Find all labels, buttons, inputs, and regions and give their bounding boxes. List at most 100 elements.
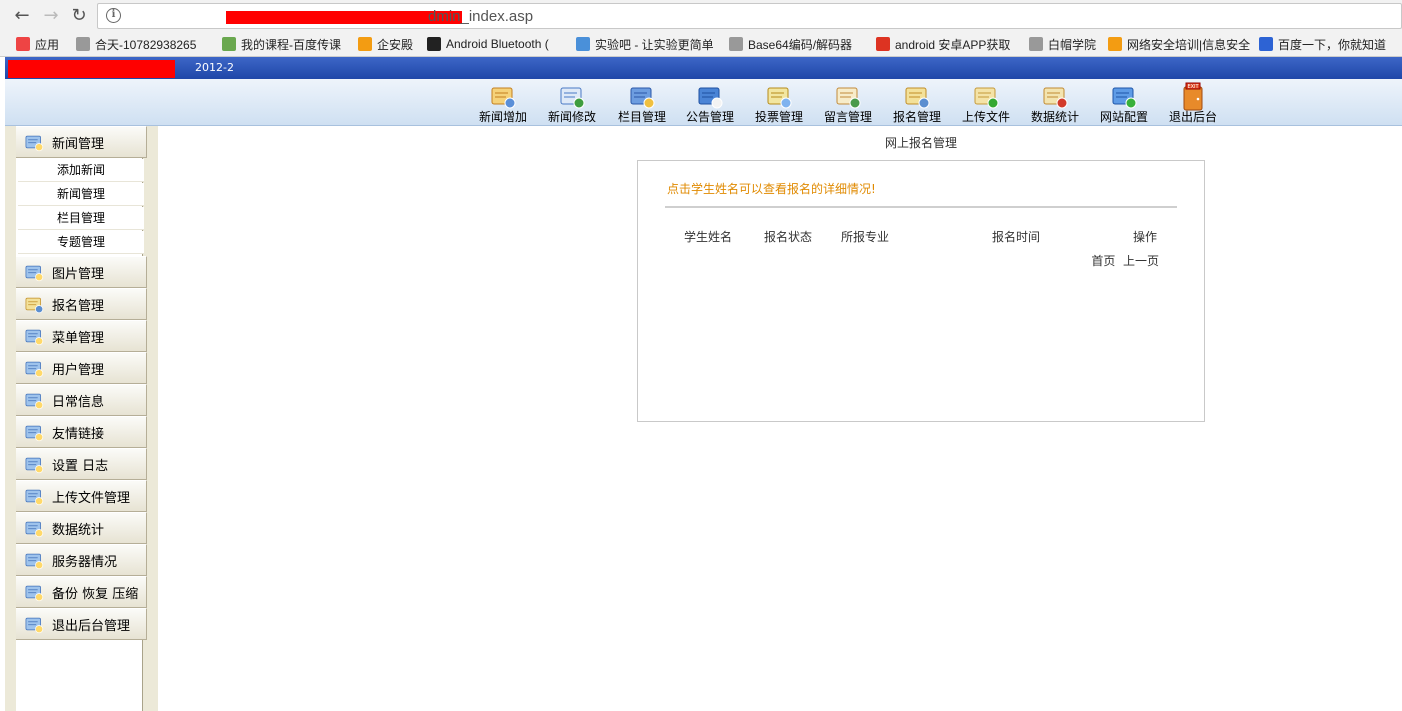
bookmark-item[interactable]: 网络安全培训|信息安全	[1108, 36, 1250, 52]
vote-manage-icon	[764, 81, 794, 111]
notice-manage-icon	[695, 81, 725, 111]
sidebar-menu-header[interactable]: 数据统计	[16, 512, 147, 544]
column-major: 所报专业	[841, 230, 890, 244]
upload-file-icon	[971, 81, 1001, 111]
bookmark-label: android 安卓APP获取	[895, 37, 1011, 52]
bookmarks-bar: 应用 合天-10782938265 我的课程-百度传课 企安殿 Android Blue…	[0, 32, 1402, 56]
hint-text: 点击学生姓名可以查看报名的详细情况!	[667, 182, 876, 196]
sidebar-menu-label: 日常信息	[52, 394, 105, 410]
redacted-site-name	[8, 60, 175, 78]
sidebar-menu-header[interactable]: 上传文件管理	[16, 480, 147, 512]
sidebar-menu-header[interactable]: 备份 恢复 压缩	[16, 576, 147, 608]
sidebar-menu-label: 服务器情况	[52, 554, 118, 570]
sidebar-subitem[interactable]: 栏目管理	[18, 207, 144, 230]
column-signup-time: 报名时间	[992, 230, 1041, 244]
logout-icon	[22, 613, 46, 635]
sidebar-menu-label: 图片管理	[52, 266, 105, 282]
forward-arrow-icon[interactable]: →	[40, 5, 62, 27]
admin-title-bar: 2012-2	[5, 57, 1402, 79]
reload-icon[interactable]: ↻	[68, 5, 90, 27]
sidebar-menu-header[interactable]: 用户管理	[16, 352, 147, 384]
sidebar-menu-header[interactable]: 新闻管理	[16, 126, 147, 158]
bookmark-item[interactable]: Android Bluetooth (	[427, 36, 549, 52]
toolbar-button[interactable]: 上传文件	[953, 79, 1019, 126]
toolbar-label: 公告管理	[685, 110, 734, 124]
column-manage-icon	[627, 81, 657, 111]
toolbar-label: 报名管理	[892, 110, 941, 124]
address-url: dmin_index.asp	[428, 8, 534, 25]
sidebar-menu-header[interactable]: 报名管理	[16, 288, 147, 320]
sidebar-menu-header[interactable]: 退出后台管理	[16, 608, 147, 640]
address-bar[interactable]: i dmin_index.asp	[97, 3, 1402, 29]
pagination: 首页 上一页	[1091, 252, 1159, 269]
toolbar-button[interactable]: 栏目管理	[609, 79, 675, 126]
sidebar-menu-label: 用户管理	[52, 362, 105, 378]
bookmark-item[interactable]: 百度一下，你就知道	[1259, 36, 1386, 52]
toolbar-label: 投票管理	[754, 110, 803, 124]
sidebar-menu-header[interactable]: 服务器情况	[16, 544, 147, 576]
site-info-icon[interactable]: i	[106, 8, 121, 23]
sidebar-menu-header[interactable]: 设置 日志	[16, 448, 147, 480]
toolbar-button[interactable]: 投票管理	[746, 79, 812, 126]
toolbar-button[interactable]: 新闻修改	[539, 79, 605, 126]
shield-icon	[358, 37, 372, 51]
bookmark-item[interactable]: 企安殿	[358, 36, 413, 52]
settings-log-icon	[22, 453, 46, 475]
friend-link-icon	[22, 421, 46, 443]
sidebar-subitem[interactable]: 新闻管理	[18, 183, 144, 206]
svg-text:EXIT: EXIT	[1187, 84, 1199, 90]
bookmark-item[interactable]: 应用	[16, 36, 59, 52]
c-icon	[876, 37, 890, 51]
toolbar-label: 数据统计	[1030, 110, 1079, 124]
bookmark-label: 应用	[35, 37, 60, 52]
ke-icon	[222, 37, 236, 51]
sidebar-menu-label: 备份 恢复 压缩	[52, 586, 139, 602]
toolbar-button[interactable]: EXIT 退出后台	[1160, 79, 1226, 126]
backup-icon	[22, 581, 46, 603]
bookmark-item[interactable]: android 安卓APP获取	[876, 36, 1010, 52]
toolbar-label: 新闻增加	[478, 110, 527, 124]
bookmark-item[interactable]: 实验吧 - 让实验更简单	[576, 36, 714, 52]
bookmark-item[interactable]: 我的课程-百度传课	[222, 36, 341, 52]
toolbar-button[interactable]: 新闻增加	[470, 79, 536, 126]
site-config-icon	[1109, 81, 1139, 111]
sidebar-menu-label: 设置 日志	[52, 458, 109, 474]
toolbar-button[interactable]: 网站配置	[1091, 79, 1157, 126]
news-edit-icon	[557, 81, 587, 111]
sidebar-subitem[interactable]: 专题管理	[18, 231, 144, 254]
sidebar-menu-label: 退出后台管理	[52, 618, 131, 634]
first-page-link[interactable]: 首页	[1091, 254, 1115, 268]
bookmark-item[interactable]: 白帽学院	[1029, 36, 1096, 52]
sidebar-left-stripe	[5, 126, 16, 711]
prev-page-link[interactable]: 上一页	[1123, 254, 1159, 268]
bookmark-item[interactable]: 合天-10782938265	[76, 36, 196, 52]
version-label: 2012-2	[195, 61, 234, 74]
sidebar-subitem[interactable]: 添加新闻	[18, 159, 144, 182]
bookmark-label: Android Bluetooth (	[446, 37, 549, 51]
toolbar-button[interactable]: 报名管理	[884, 79, 950, 126]
column-actions: 操作	[1133, 230, 1158, 244]
message-manage-icon	[833, 81, 863, 111]
toolbar-button[interactable]: 数据统计	[1022, 79, 1088, 126]
statistics-icon	[1040, 81, 1070, 111]
bookmark-label: 实验吧 - 让实验更简单	[595, 37, 714, 52]
sidebar-menu-header[interactable]: 友情链接	[16, 416, 147, 448]
paw-icon	[1259, 37, 1273, 51]
bookmark-label: 企安殿	[377, 37, 414, 52]
browser-chrome: ← → ↻ i dmin_index.asp 应用 合天-10782938265 我…	[0, 0, 1402, 57]
signup-manage-icon	[22, 293, 46, 315]
lab-icon	[576, 37, 590, 51]
bookmark-label: 我的课程-百度传课	[241, 37, 341, 52]
sidebar-menu-header[interactable]: 图片管理	[16, 256, 147, 288]
bookmark-label: 网络安全培训|信息安全	[1127, 37, 1251, 52]
toolbar-button[interactable]: 公告管理	[677, 79, 743, 126]
back-arrow-icon[interactable]: ←	[11, 5, 33, 27]
shield-icon	[1108, 37, 1122, 51]
bookmark-label: 白帽学院	[1048, 37, 1097, 52]
sidebar-menu-header[interactable]: 日常信息	[16, 384, 147, 416]
toolbar-button[interactable]: 留言管理	[815, 79, 881, 126]
column-student-name: 学生姓名	[684, 230, 733, 244]
bookmark-item[interactable]: Base64编码/解码器	[729, 36, 852, 52]
server-status-icon	[22, 549, 46, 571]
sidebar-menu-header[interactable]: 菜单管理	[16, 320, 147, 352]
